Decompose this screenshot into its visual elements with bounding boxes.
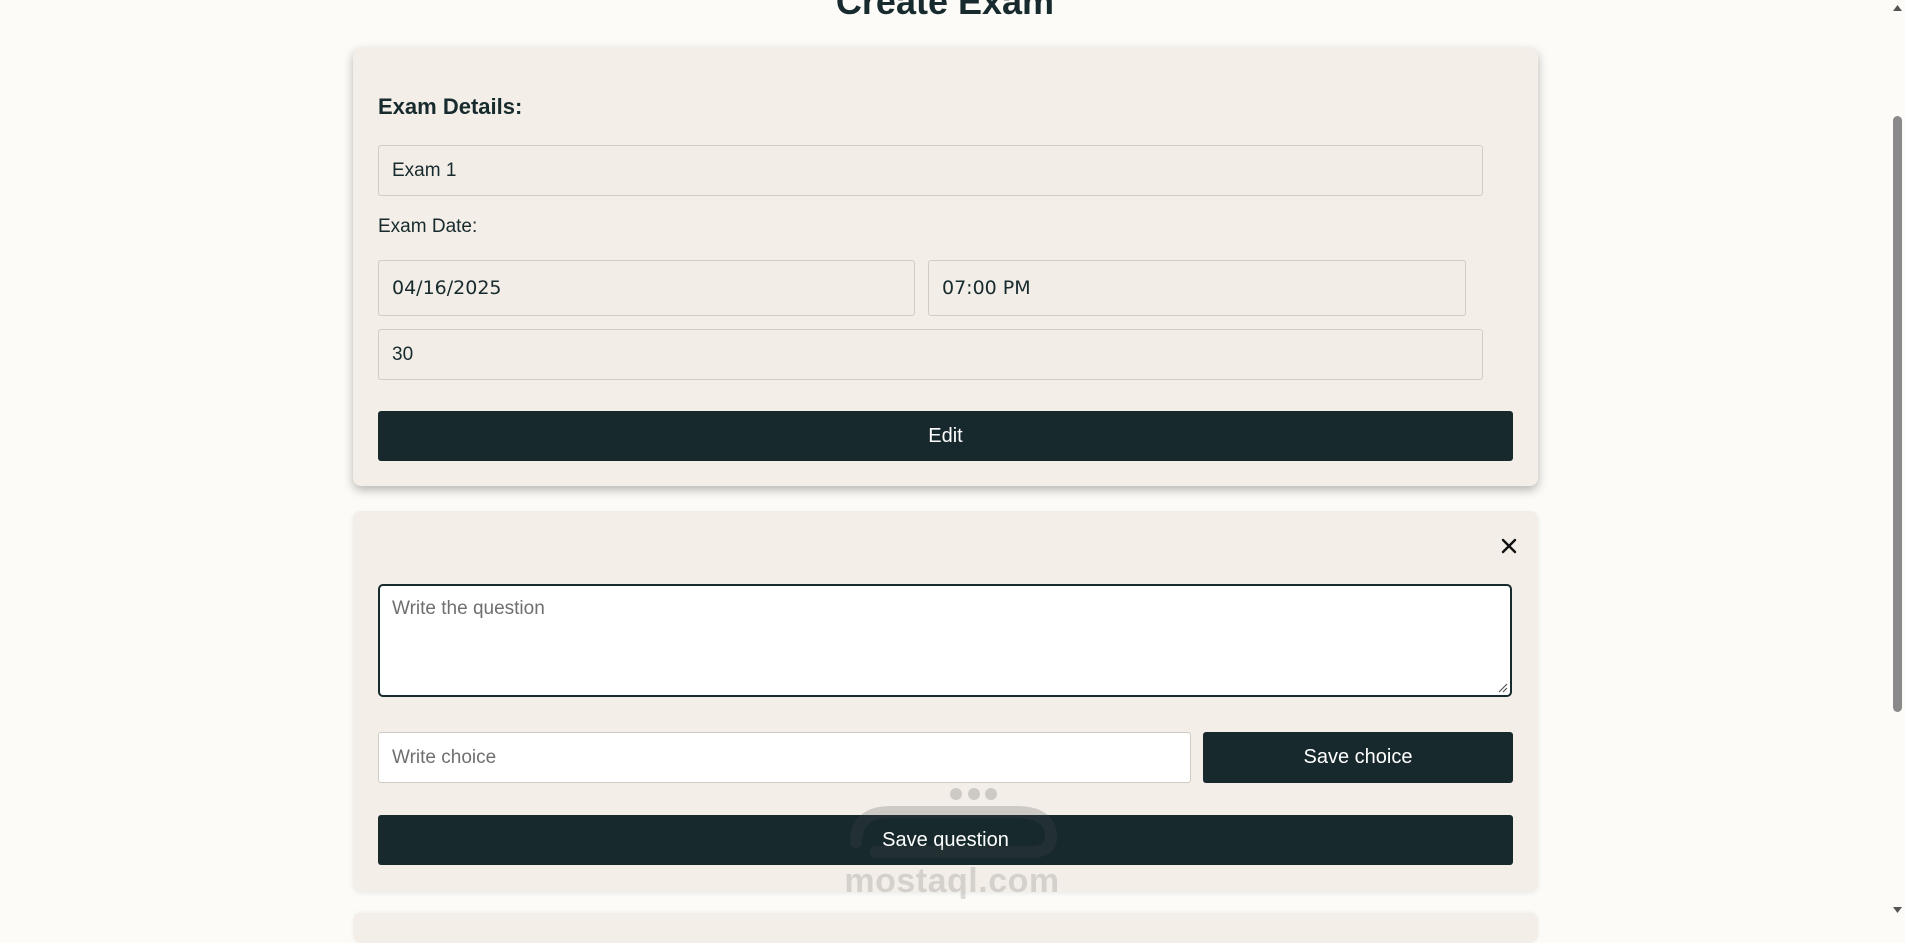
resize-handle-icon[interactable] bbox=[1496, 681, 1508, 693]
scroll-up-icon[interactable] bbox=[1892, 3, 1903, 13]
exam-details-card: Exam Details: Exam 1 Exam Date: 04/16/20… bbox=[353, 48, 1538, 486]
exam-time-input[interactable]: 07:00 PM bbox=[928, 260, 1466, 316]
scroll-thumb[interactable] bbox=[1893, 116, 1902, 712]
question-placeholder: Write the question bbox=[392, 598, 545, 619]
save-question-button[interactable]: Save question bbox=[378, 815, 1513, 865]
exam-name-value: Exam 1 bbox=[392, 159, 457, 181]
choice-input[interactable]: Write choice bbox=[378, 732, 1191, 783]
next-question-card bbox=[353, 913, 1538, 943]
close-icon[interactable] bbox=[1496, 533, 1522, 559]
scroll-down-icon[interactable] bbox=[1892, 905, 1903, 915]
exam-date-value: 04/16/2025 bbox=[392, 277, 502, 299]
edit-button[interactable]: Edit bbox=[378, 411, 1513, 461]
exam-name-input[interactable]: Exam 1 bbox=[378, 145, 1483, 196]
save-choice-button[interactable]: Save choice bbox=[1203, 732, 1513, 783]
exam-date-input[interactable]: 04/16/2025 bbox=[378, 260, 915, 316]
question-card: Write the question Write choice Save cho… bbox=[353, 511, 1538, 891]
exam-time-value: 07:00 PM bbox=[942, 277, 1031, 299]
choice-placeholder: Write choice bbox=[392, 746, 497, 768]
exam-duration-value: 30 bbox=[392, 343, 414, 365]
scrollbar[interactable] bbox=[1890, 0, 1905, 921]
exam-details-title: Exam Details: bbox=[378, 94, 523, 119]
page-title: Create Exam bbox=[835, 0, 1055, 22]
question-textarea[interactable]: Write the question bbox=[378, 584, 1512, 697]
exam-duration-input[interactable]: 30 bbox=[378, 329, 1483, 380]
exam-date-label: Exam Date: bbox=[378, 216, 478, 237]
